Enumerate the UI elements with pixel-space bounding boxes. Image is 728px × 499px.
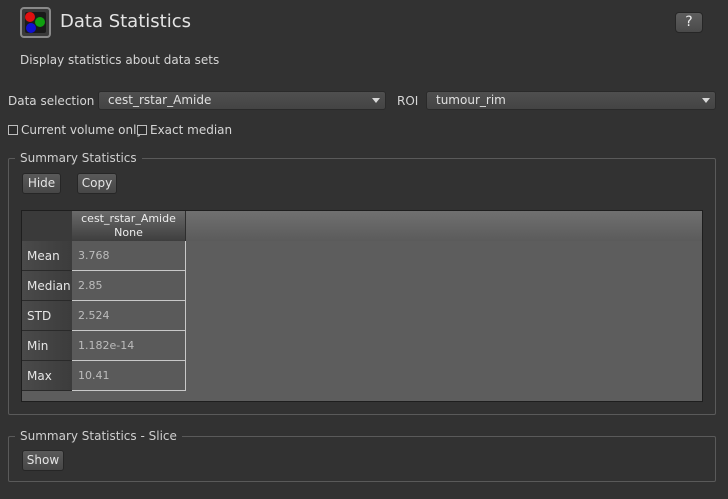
app-logo-icon xyxy=(20,7,51,38)
show-button[interactable]: Show xyxy=(22,450,64,471)
row-header[interactable]: Mean xyxy=(22,241,72,271)
summary-slice-title: Summary Statistics - Slice xyxy=(15,429,182,443)
hide-button[interactable]: Hide xyxy=(22,173,61,194)
roi-value: tumour_rim xyxy=(436,93,506,107)
green-dot-icon xyxy=(35,17,45,27)
table-cell[interactable]: 2.85 xyxy=(72,271,186,301)
blue-dot-icon xyxy=(26,23,36,33)
current-volume-label: Current volume only xyxy=(21,123,144,137)
exact-median-label: Exact median xyxy=(150,123,233,137)
column-header-name: cest_rstar_Amide xyxy=(81,212,176,225)
table-cell[interactable]: 10.41 xyxy=(72,361,186,391)
page-description: Display statistics about data sets xyxy=(20,53,220,67)
copy-button[interactable]: Copy xyxy=(77,173,117,194)
chevron-down-icon xyxy=(702,98,710,103)
table-corner xyxy=(22,211,72,241)
data-selection-value: cest_rstar_Amide xyxy=(108,93,212,107)
data-selection-dropdown[interactable]: cest_rstar_Amide xyxy=(98,91,386,110)
column-header[interactable]: cest_rstar_Amide None xyxy=(72,211,186,241)
row-header[interactable]: Min xyxy=(22,331,72,361)
help-button[interactable]: ? xyxy=(675,12,703,33)
row-header[interactable]: Median xyxy=(22,271,72,301)
roi-dropdown[interactable]: tumour_rim xyxy=(426,91,716,110)
summary-statistics-title: Summary Statistics xyxy=(15,151,142,165)
chevron-down-icon xyxy=(372,98,380,103)
column-header-roi: None xyxy=(114,226,143,239)
roi-label: ROI xyxy=(397,94,419,108)
data-selection-label: Data selection xyxy=(8,94,95,108)
exact-median-option[interactable]: Exact median xyxy=(137,123,232,137)
current-volume-checkbox[interactable] xyxy=(8,125,18,135)
page-title: Data Statistics xyxy=(60,11,191,32)
row-header[interactable]: Max xyxy=(22,361,72,391)
table-cell[interactable]: 3.768 xyxy=(72,241,186,271)
table-cell[interactable]: 2.524 xyxy=(72,301,186,331)
current-volume-option[interactable]: Current volume only xyxy=(8,123,144,137)
red-dot-icon xyxy=(25,12,35,22)
exact-median-checkbox[interactable] xyxy=(137,125,147,135)
row-header[interactable]: STD xyxy=(22,301,72,331)
table-cell[interactable]: 1.182e-14 xyxy=(72,331,186,361)
